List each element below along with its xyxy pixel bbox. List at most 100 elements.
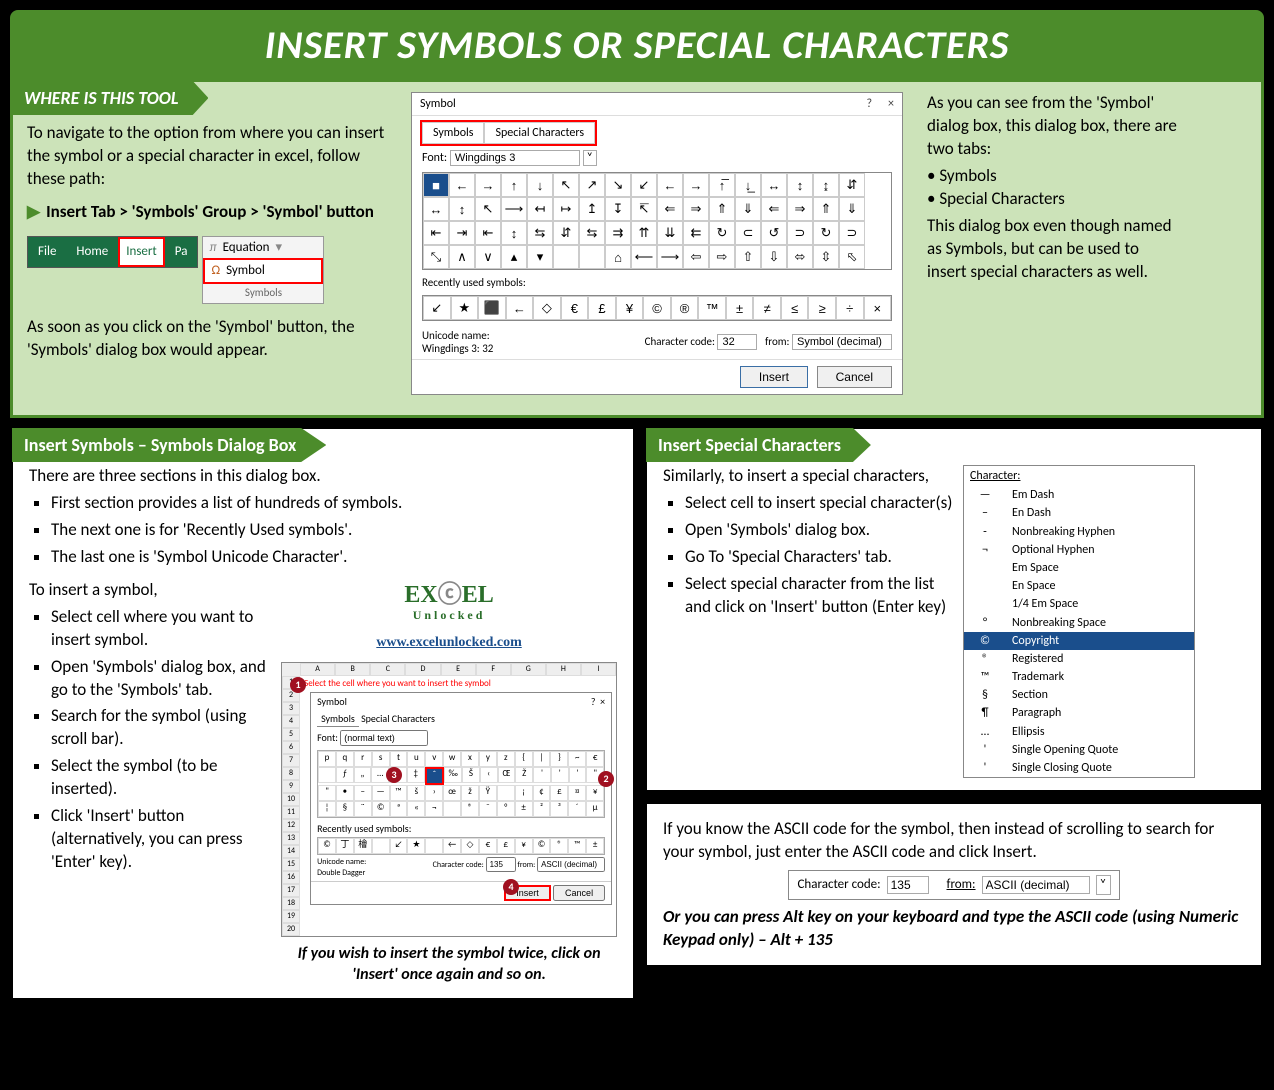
mini-tab-symbols[interactable]: Symbols	[317, 711, 359, 727]
symbol-cell[interactable]: ↻	[709, 221, 735, 245]
symbol-cell[interactable]: ⇤	[475, 221, 501, 245]
symbol-cell[interactable]: ⇑	[813, 197, 839, 221]
char-list-row[interactable]: ¬Optional Hyphen	[964, 541, 1194, 559]
symbol-cell[interactable]: ⟵	[631, 245, 657, 269]
recent-symbol-cell[interactable]: ★	[451, 296, 479, 320]
symbol-cell[interactable]: ↙	[631, 173, 657, 197]
symbol-cell[interactable]: ↦	[553, 197, 579, 221]
char-list-row[interactable]: §Section	[964, 686, 1194, 704]
symbol-cell[interactable]: ←	[449, 173, 475, 197]
symbol-button[interactable]: ΩSymbol	[203, 258, 323, 284]
special-char-list[interactable]: Character: —Em Dash–En Dash-Nonbreaking …	[963, 465, 1195, 778]
equation-button[interactable]: πEquation▾	[203, 237, 323, 259]
tab-pa[interactable]: Pa	[165, 243, 198, 261]
recent-symbol-cell[interactable]: ±	[726, 296, 754, 320]
tab-home[interactable]: Home	[66, 243, 118, 261]
recent-symbol-cell[interactable]: ≤	[781, 296, 809, 320]
ascii-char-code-input[interactable]	[887, 876, 929, 894]
symbol-cell[interactable]: ▴	[501, 245, 527, 269]
symbol-cell[interactable]	[553, 245, 579, 269]
tab-insert[interactable]: Insert	[118, 237, 165, 267]
symbol-cell[interactable]: ↻	[813, 221, 839, 245]
recent-symbols-grid[interactable]: ↙★⬛←◇€£¥©®™±≠≤≥÷×	[422, 295, 892, 321]
font-select[interactable]	[450, 150, 580, 166]
symbol-cell[interactable]: ⟶	[501, 197, 527, 221]
tab-file[interactable]: File	[28, 243, 66, 261]
symbol-cell[interactable]: ↨	[813, 173, 839, 197]
symbol-cell[interactable]: ↥	[579, 197, 605, 221]
symbol-cell[interactable]: ↔	[423, 197, 449, 221]
char-list-row[interactable]: ™Trademark	[964, 668, 1194, 686]
insert-button[interactable]: Insert	[740, 366, 808, 388]
ascii-from-select[interactable]	[982, 876, 1090, 894]
char-list-row[interactable]: ©Copyright	[964, 632, 1194, 650]
char-list-row[interactable]: 1/4 Em Space	[964, 595, 1194, 613]
symbol-cell[interactable]: ⇩	[761, 245, 787, 269]
symbol-cell[interactable]: ↖	[475, 197, 501, 221]
recent-symbol-cell[interactable]: ≥	[808, 296, 836, 320]
symbol-cell[interactable]: ⇤	[423, 221, 449, 245]
symbol-cell[interactable]: ⇇	[683, 221, 709, 245]
symbol-cell[interactable]: ⇦	[683, 245, 709, 269]
symbol-cell[interactable]: ⬁	[839, 245, 865, 269]
symbol-cell[interactable]: ⇒	[787, 197, 813, 221]
char-list-row[interactable]: —Em Dash	[964, 486, 1194, 504]
symbol-cell[interactable]: ⇥	[449, 221, 475, 245]
recent-symbol-cell[interactable]: ◇	[533, 296, 561, 320]
symbol-cell[interactable]: ⬄	[787, 245, 813, 269]
from-select[interactable]	[792, 334, 892, 350]
symbol-cell[interactable]: ⇧	[735, 245, 761, 269]
symbol-cell[interactable]: ⇵	[839, 173, 865, 197]
symbol-cell[interactable]: ⇓	[735, 197, 761, 221]
char-list-row[interactable]: …Ellipsis	[964, 723, 1194, 741]
recent-symbol-cell[interactable]: ©	[643, 296, 671, 320]
recent-symbol-cell[interactable]: ™	[698, 296, 726, 320]
char-list-row[interactable]: 'Single Closing Quote	[964, 759, 1194, 777]
logo-link[interactable]: www.excelunlocked.com	[376, 635, 521, 650]
symbol-cell[interactable]: ⊃	[839, 221, 865, 245]
tab-special-characters[interactable]: Special Characters	[484, 122, 595, 144]
help-icon[interactable]: ?	[591, 695, 596, 708]
symbol-cell[interactable]: →	[683, 173, 709, 197]
tab-symbols[interactable]: Symbols	[422, 122, 484, 144]
symbol-cell[interactable]: ⌂	[605, 245, 631, 269]
char-list-row[interactable]: -Nonbreaking Hyphen	[964, 523, 1194, 541]
char-list-row[interactable]: ®Registered	[964, 650, 1194, 668]
char-list-row[interactable]: En Space	[964, 577, 1194, 595]
recent-symbol-cell[interactable]: ↙	[423, 296, 451, 320]
char-list-row[interactable]: 'Single Opening Quote	[964, 741, 1194, 759]
symbol-cell[interactable]: ▾	[527, 245, 553, 269]
symbol-cell[interactable]: ⇐	[657, 197, 683, 221]
symbol-cell[interactable]: ↑	[501, 173, 527, 197]
symbol-cell[interactable]: ↕	[449, 197, 475, 221]
symbol-cell[interactable]: ↓	[527, 173, 553, 197]
symbol-cell[interactable]: ⇵	[553, 221, 579, 245]
symbol-cell[interactable]: ⇐	[761, 197, 787, 221]
recent-symbol-cell[interactable]: ×	[864, 296, 892, 320]
help-icon[interactable]: ?	[866, 97, 872, 111]
symbol-cell[interactable]: ⇉	[605, 221, 631, 245]
char-list-row[interactable]: ¶Paragraph	[964, 704, 1194, 722]
symbol-cell[interactable]: ↕	[787, 173, 813, 197]
symbol-cell[interactable]: ⇒	[683, 197, 709, 221]
symbol-cell[interactable]: ∨	[475, 245, 501, 269]
symbol-cell[interactable]: ↔	[761, 173, 787, 197]
recent-symbol-cell[interactable]: ®	[671, 296, 699, 320]
symbol-cell[interactable]: ⇑	[709, 197, 735, 221]
symbol-cell[interactable]: ■	[423, 173, 449, 197]
symbol-cell[interactable]: ⇈	[631, 221, 657, 245]
symbol-cell[interactable]	[579, 245, 605, 269]
symbol-grid[interactable]: ■←→↑↓↖↗↘↙←→↑̅↓̲↔↕↨⇵↔↕↖⟶↤↦↥↧↸⇐⇒⇑⇓⇐⇒⇑⇓⇤⇥⇤↕…	[422, 172, 892, 270]
symbol-cell[interactable]: ↓̲	[735, 173, 761, 197]
mini-from[interactable]	[537, 857, 605, 872]
symbol-cell[interactable]: ⇳	[813, 245, 839, 269]
symbol-cell[interactable]: ⇆	[579, 221, 605, 245]
cancel-button[interactable]: Cancel	[817, 366, 892, 388]
recent-symbol-cell[interactable]: ÷	[836, 296, 864, 320]
char-code-input[interactable]	[717, 334, 757, 350]
symbol-cell[interactable]: ↘	[605, 173, 631, 197]
symbol-cell[interactable]: ↕	[501, 221, 527, 245]
mini-font-select[interactable]	[340, 730, 428, 746]
symbol-cell[interactable]: ↗	[579, 173, 605, 197]
close-icon[interactable]: ×	[600, 695, 605, 708]
